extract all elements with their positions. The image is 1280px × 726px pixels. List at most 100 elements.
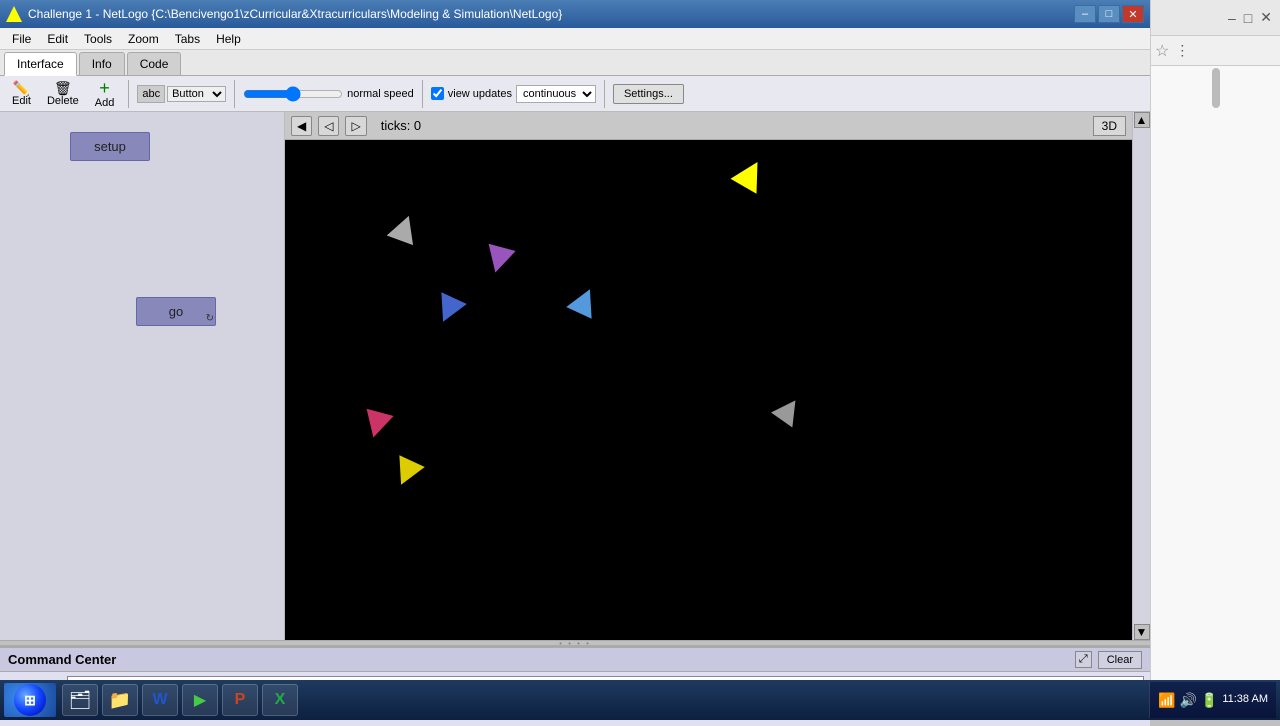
windows-orb: ⊞ (14, 684, 46, 716)
speed-label: normal speed (347, 88, 414, 100)
start-button[interactable]: ⊞ (4, 683, 56, 717)
setup-button[interactable]: setup (70, 132, 150, 161)
scroll-up-button[interactable]: ▲ (1134, 112, 1150, 128)
command-center-title: Command Center (8, 652, 116, 667)
browser-minimize-button[interactable]: – (1224, 8, 1240, 28)
add-button[interactable]: + Add (89, 77, 121, 111)
turtle-blue-dark-1 (435, 295, 463, 323)
browser-close-button[interactable]: ✕ (1256, 7, 1276, 28)
app-icon (6, 6, 22, 22)
browser-restore-button[interactable]: □ (1240, 8, 1256, 28)
close-button[interactable]: ✕ (1122, 5, 1144, 23)
view-updates-checkbox[interactable] (431, 87, 444, 100)
settings-button[interactable]: Settings... (613, 84, 684, 104)
cc-clear-button[interactable]: Clear (1098, 651, 1142, 669)
taskbar: ⊞ 🗂 📁 W ▶ P X 📶 🔊 🔋 11:38 AM (0, 680, 1280, 720)
separator-3 (422, 80, 423, 108)
repeat-icon: ↻ (206, 313, 214, 324)
left-panel: setup go ↻ (0, 112, 285, 640)
turtle-yellow-1 (735, 160, 765, 190)
clock-time: 11:38 AM (1222, 692, 1268, 707)
powerpoint-icon: P (235, 691, 246, 709)
right-scrollbar[interactable]: ▲ ▼ (1132, 112, 1150, 640)
taskbar-word[interactable]: W (142, 684, 178, 716)
browser-chrome: – □ ✕ ☆ ⋮ (1150, 0, 1280, 720)
sim-header: ◀ ◁ ▷ ticks: 0 3D (285, 112, 1132, 140)
turtle-gray-2 (775, 398, 801, 424)
menu-help[interactable]: Help (208, 30, 249, 48)
edit-button[interactable]: ✏️ Edit (6, 79, 37, 109)
view-3d-button[interactable]: 3D (1093, 116, 1126, 136)
toolbar: ✏️ Edit 🗑 Delete + Add abc Button Slider… (0, 76, 1150, 112)
button-type-selector[interactable]: abc Button Slider Switch Monitor Plot (137, 85, 226, 103)
taskbar-files[interactable]: 📁 (102, 684, 138, 716)
browser-menu-icon[interactable]: ⋮ (1173, 40, 1191, 61)
minimize-button[interactable]: – (1074, 5, 1096, 23)
view-updates-label: view updates (448, 88, 512, 100)
turtle-yellow-2 (393, 458, 421, 486)
menu-tabs[interactable]: Tabs (167, 30, 208, 48)
excel-icon: X (275, 691, 286, 709)
tab-bar: Interface Info Code (0, 50, 1150, 76)
widget-type-dropdown[interactable]: Button Slider Switch Monitor Plot (167, 86, 226, 102)
nav-forward-button[interactable]: ▷ (345, 116, 366, 136)
tab-interface[interactable]: Interface (4, 52, 77, 76)
tab-info[interactable]: Info (79, 52, 125, 75)
taskbar-media[interactable]: ▶ (182, 684, 218, 716)
taskbar-excel[interactable]: X (262, 684, 298, 716)
browser-bookmark-icon[interactable]: ☆ (1155, 41, 1169, 61)
main-area: setup go ↻ ◀ ◁ ▷ ticks: 0 3D (0, 112, 1150, 640)
system-tray: 📶 🔊 🔋 11:38 AM (1149, 682, 1276, 718)
cc-expand-button[interactable]: ⤢ (1075, 651, 1092, 668)
media-icon: ▶ (194, 690, 206, 710)
network-icon: 📶 (1158, 692, 1175, 709)
add-icon: + (99, 79, 110, 97)
menu-edit[interactable]: Edit (39, 30, 76, 48)
turtle-blue-light-1 (570, 288, 598, 316)
volume-icon: 🔊 (1179, 692, 1196, 709)
edit-label: Edit (12, 95, 31, 107)
update-mode-dropdown[interactable]: continuous on ticks (516, 85, 596, 103)
scroll-down-button[interactable]: ▼ (1134, 624, 1150, 640)
browser-toolbar: ☆ ⋮ (1151, 36, 1280, 66)
battery-icon: 🔋 (1201, 692, 1218, 709)
browser-tab-bar: – □ ✕ (1151, 0, 1280, 36)
go-label: go (169, 304, 183, 319)
separator-1 (128, 80, 129, 108)
title-bar: Challenge 1 - NetLogo {C:\Bencivengo1\zC… (0, 0, 1150, 28)
separator-4 (604, 80, 605, 108)
browser-scroll-area (1151, 66, 1280, 720)
explorer-icon: 🗂 (69, 690, 92, 711)
menu-file[interactable]: File (4, 30, 39, 48)
browser-scroll-thumb[interactable] (1212, 68, 1220, 108)
turtle-pink-1 (363, 410, 391, 438)
taskbar-explorer[interactable]: 🗂 (62, 684, 98, 716)
command-center-actions: ⤢ Clear (1075, 651, 1142, 669)
menu-bar: File Edit Tools Zoom Tabs Help (0, 28, 1150, 50)
files-icon: 📁 (109, 690, 131, 711)
speed-slider[interactable] (243, 86, 343, 102)
tab-code[interactable]: Code (127, 52, 182, 75)
nav-reset-button[interactable]: ◀ (291, 116, 312, 136)
turtle-purple-1 (485, 245, 513, 273)
ticks-display: ticks: 0 (381, 118, 1087, 133)
view-updates-control: view updates (431, 87, 512, 100)
nav-back-button[interactable]: ◁ (318, 116, 339, 136)
window-title: Challenge 1 - NetLogo {C:\Bencivengo1\zC… (28, 7, 1074, 21)
system-clock: 11:38 AM (1222, 692, 1268, 707)
separator-2 (234, 80, 235, 108)
delete-button[interactable]: 🗑 Delete (41, 79, 85, 109)
taskbar-powerpoint[interactable]: P (222, 684, 258, 716)
delete-icon: 🗑 (54, 81, 72, 95)
scroll-track (1133, 128, 1150, 624)
maximize-button[interactable]: □ (1098, 5, 1120, 23)
window-controls: – □ ✕ (1074, 5, 1144, 23)
simulation-canvas[interactable] (285, 140, 1132, 640)
simulation-area: ◀ ◁ ▷ ticks: 0 3D (285, 112, 1132, 640)
go-button[interactable]: go ↻ (136, 297, 216, 326)
menu-zoom[interactable]: Zoom (120, 30, 167, 48)
menu-tools[interactable]: Tools (76, 30, 120, 48)
turtle-gray-1 (390, 215, 418, 243)
delete-label: Delete (47, 95, 79, 107)
word-icon: W (152, 691, 167, 709)
